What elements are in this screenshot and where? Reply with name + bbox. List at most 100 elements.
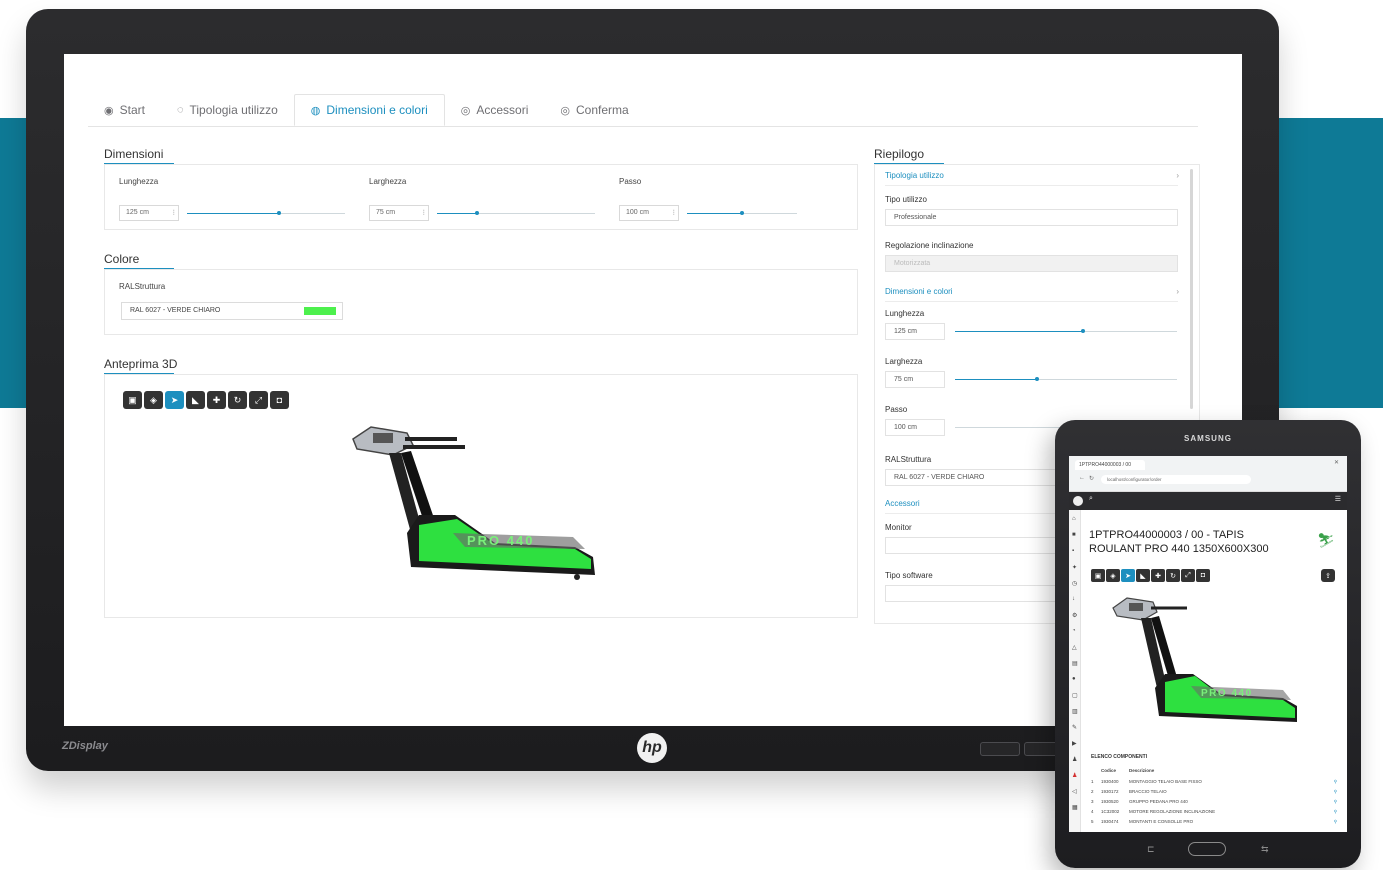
close-window-icon[interactable]: ✕ [1334,459,1339,466]
play-icon[interactable]: ▶ [1072,740,1077,747]
fullscreen-icon[interactable]: ⤢ [1181,569,1195,582]
tipologia-link[interactable]: Tipologia utilizzo [885,171,944,180]
tab-tipologia-utilizzo[interactable]: ◌ Tipologia utilizzo [161,94,294,126]
chart-icon[interactable]: ◔ [1072,628,1076,634]
home-icon[interactable]: ⌂ [1072,516,1076,522]
browser-tab[interactable]: 1PTPRO44000003 / 00 [1075,460,1145,470]
select-tool-icon[interactable]: ➤ [1121,569,1135,582]
recent-apps-key[interactable]: ⊏ [1147,844,1155,855]
screenshot-icon[interactable]: ◘ [270,391,289,409]
software-label: Tipo software [885,571,933,580]
chevron-right-icon: › [1176,171,1179,180]
person-icon[interactable]: ♟ [1072,756,1077,763]
monitor-menu-button[interactable] [980,742,1020,756]
list-icon[interactable]: ▥ [1072,708,1078,715]
larghezza-slider-handle[interactable] [475,211,479,215]
zoom-icon[interactable]: ⚲ [1334,779,1337,785]
tab-label: Tipologia utilizzo [189,103,278,117]
box-icon[interactable]: ▪ [1072,548,1074,554]
palette-icon: ◍ [310,104,321,117]
tool-icon[interactable]: ✦ [1072,564,1077,571]
pan-tool-icon[interactable]: ✚ [207,391,226,409]
zoom-icon[interactable]: ⚲ [1334,789,1337,795]
passo-slider-handle[interactable] [740,211,744,215]
order-title: 1PTPRO44000003 / 00 - TAPIS ROULANT PRO … [1089,529,1269,555]
user-icon[interactable]: ● [1072,676,1076,682]
passo-input[interactable]: 100 cm [619,205,679,221]
rotate-tool-icon[interactable]: ↻ [1166,569,1180,582]
app-header: ⌕ ☰ [1069,492,1347,510]
fullscreen-icon[interactable]: ⤢ [249,391,268,409]
url-bar[interactable]: localhost/configurator/order [1101,475,1251,484]
doc-icon[interactable]: ▤ [1072,660,1078,667]
dimensioni-link[interactable]: Dimensioni e colori [885,287,953,296]
clock-icon[interactable]: ◷ [1072,580,1077,587]
lunghezza-input[interactable]: 125 cm [119,205,179,221]
home-view-icon[interactable]: ▣ [1091,569,1105,582]
tab-accessori[interactable]: ◎ Accessori [445,94,545,126]
table-row[interactable]: 4 1C32002 MOTORE REGOLAZIONE INCLINAZIONE ⚲ [1091,809,1337,814]
home-view-icon[interactable]: ▣ [123,391,142,409]
edit-icon[interactable]: ✎ [1072,724,1077,731]
tab-dimensioni-e-colori[interactable]: ◍ Dimensioni e colori [293,94,445,126]
home-button[interactable] [1188,842,1226,856]
screenshot-icon[interactable]: ◘ [1196,569,1210,582]
zoom-icon[interactable]: ⚲ [1334,799,1337,805]
viewer-toolbar: ▣ ◈ ➤ ◣ ✚ ↻ ⤢ ◘ [123,391,289,409]
colore-title: Colore [104,252,175,270]
table-row[interactable]: 2 1930172 BRACCIO TELAIO ⚲ [1091,789,1337,794]
accessori-link[interactable]: Accessori [885,499,920,508]
measure-tool-icon[interactable]: ◣ [1136,569,1150,582]
back-key[interactable]: ⇆ [1261,844,1269,855]
sum-larghezza-handle [1035,377,1039,381]
cube-view-icon[interactable]: ◈ [144,391,163,409]
sum-passo-field: 100 cm [885,419,945,436]
tab-conferma[interactable]: ◎ Conferma [544,94,644,126]
back-arrow-icon[interactable]: ← [1079,475,1085,481]
table-row[interactable]: 5 1930474 MONTANTI E CONSOLLE PRO ⚲ [1091,819,1337,824]
tab-start[interactable]: ◉ Start [88,94,161,126]
export-icon[interactable]: ⇪ [1321,569,1335,582]
regolazione-label: Regolazione inclinazione [885,241,974,250]
refresh-icon: ◌ [176,104,184,116]
sum-passo-label: Passo [885,405,908,414]
larghezza-input[interactable]: 75 cm [369,205,429,221]
sum-lunghezza-handle [1081,329,1085,333]
browser-chrome: 1PTPRO44000003 / 00 ← ↻ localhost/config… [1069,456,1347,492]
riepilogo-title: Riepilogo [874,147,945,165]
table-row[interactable]: 3 1930520 GRUPPO PEDANA PRO 440 ⚲ [1091,799,1337,804]
zoom-icon[interactable]: ⚲ [1334,809,1337,815]
folder-icon[interactable]: ■ [1072,532,1076,538]
select-tool-icon[interactable]: ➤ [165,391,184,409]
tablet-treadmill-model: PRO 440 [1112,597,1297,722]
larghezza-slider-fill [437,213,477,214]
ral-select[interactable]: RAL 6027 - VERDE CHIARO [121,302,343,320]
sum-larghezza-label: Larghezza [885,357,923,366]
alert-user-icon[interactable]: ♟ [1072,772,1077,779]
lunghezza-slider-handle[interactable] [277,211,281,215]
gear-icon[interactable]: ⚙ [1072,612,1077,619]
hp-logo: hp [637,733,667,763]
search-icon[interactable]: ⌕ [1089,495,1093,503]
file-icon[interactable]: ▢ [1072,692,1078,699]
zoom-icon[interactable]: ⚲ [1334,819,1337,825]
menu-icon[interactable]: ☰ [1335,495,1341,503]
calendar-icon[interactable]: ▦ [1072,804,1078,811]
arrow-icon[interactable]: ↓ [1072,596,1075,602]
pan-tool-icon[interactable]: ✚ [1151,569,1165,582]
chevron-right-icon: › [1176,287,1179,296]
tag-icon[interactable]: ◁ [1072,788,1077,795]
riepilogo-scrollbar[interactable] [1190,169,1193,409]
display-brand: ZDisplay [62,740,108,752]
rotate-tool-icon[interactable]: ↻ [228,391,247,409]
reload-icon[interactable]: ↻ [1089,475,1094,482]
measure-tool-icon[interactable]: ◣ [186,391,205,409]
divider [885,301,1178,302]
settings-icon: ◎ [460,104,471,117]
table-row[interactable]: 1 1930400 MONTAGGIO TELAIO BASE FISSO ⚲ [1091,779,1337,784]
tab-label: Conferma [575,103,629,117]
cube-view-icon[interactable]: ◈ [1106,569,1120,582]
warning-icon[interactable]: △ [1072,644,1077,651]
ral-value: RAL 6027 - VERDE CHIARO [130,307,221,314]
color-swatch [304,307,336,315]
